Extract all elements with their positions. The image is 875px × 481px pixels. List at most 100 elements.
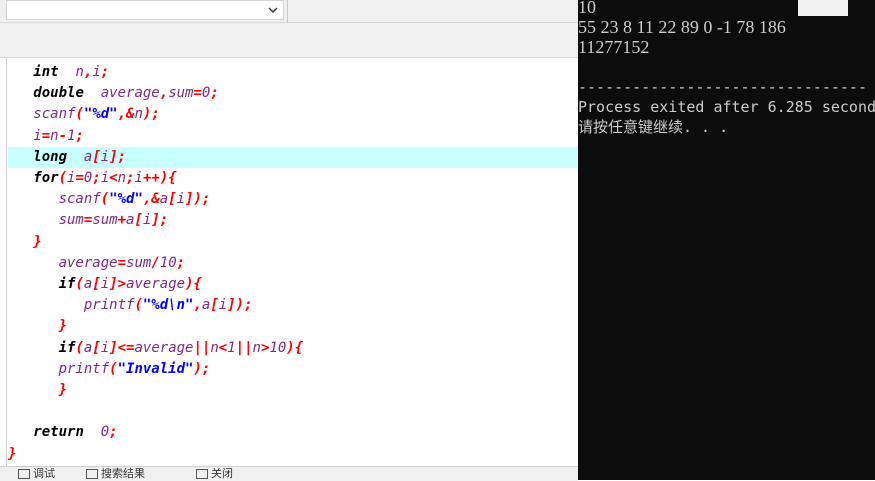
code-line[interactable]: sum=sum+a[i]; xyxy=(8,210,169,231)
console-line: 55 23 8 11 22 89 0 -1 78 186 xyxy=(578,17,786,37)
code-token: ] xyxy=(109,276,118,292)
code-token: ] xyxy=(109,339,118,356)
active-code-line[interactable]: long a[i]; xyxy=(8,146,578,168)
code-line[interactable]: return 0; xyxy=(8,422,118,443)
editor-tab-strip xyxy=(0,23,578,58)
code-token: sum xyxy=(126,254,152,271)
code-token: ) xyxy=(286,339,295,356)
code-line[interactable]: } xyxy=(8,444,16,465)
code-line[interactable]: scanf("%d",&a[i]); xyxy=(8,189,211,210)
code-line[interactable]: i=n-1; xyxy=(8,126,84,147)
code-token: sum xyxy=(92,212,118,229)
code-token: ) xyxy=(185,276,194,292)
code-token: 0 xyxy=(100,424,110,441)
code-line[interactable]: if(a[i]<=average||n<1||n>10){ xyxy=(8,338,304,359)
code-token: printf xyxy=(58,360,110,377)
code-token: [ xyxy=(92,148,101,165)
code-token: return xyxy=(33,424,84,441)
code-token: ) xyxy=(235,297,245,314)
code-token: ) xyxy=(159,170,169,186)
code-token: "Invalid" xyxy=(117,360,194,377)
code-token: "%d" xyxy=(109,191,143,208)
search-results-icon xyxy=(86,469,98,479)
code-line[interactable]: double average,sum=0; xyxy=(8,83,219,104)
code-token: i xyxy=(100,339,110,356)
code-token: } xyxy=(58,382,68,398)
code-token: / xyxy=(151,254,160,271)
code-token: || xyxy=(235,339,253,356)
tab-close[interactable]: 关闭 xyxy=(196,467,233,481)
code-token: n xyxy=(50,127,59,144)
code-token: ( xyxy=(75,276,84,292)
code-token: scanf xyxy=(33,106,76,123)
tab-debug[interactable]: 调试 xyxy=(18,467,55,481)
console-window[interactable]: 10 55 23 8 11 22 89 0 -1 78 186 11277152… xyxy=(578,0,875,480)
code-token: ; xyxy=(109,424,118,441)
code-token: i xyxy=(92,64,101,80)
code-token: ; xyxy=(244,297,253,314)
code-token: + xyxy=(117,212,127,229)
code-token: ; xyxy=(75,127,84,144)
tab-search-results[interactable]: 搜索结果 xyxy=(86,467,145,481)
code-line[interactable]: for(i=0;i<n;i++){ xyxy=(8,168,177,189)
code-token: ( xyxy=(75,106,84,123)
code-line[interactable]: } xyxy=(8,316,67,337)
code-token: i xyxy=(100,276,110,292)
code-token: [ xyxy=(92,276,101,292)
code-token: ( xyxy=(109,360,118,377)
tab-label: 调试 xyxy=(33,467,55,480)
code-token: { xyxy=(193,276,202,292)
code-line[interactable]: int n,i; xyxy=(8,62,109,83)
code-token: 10 xyxy=(159,254,177,271)
code-line[interactable]: printf("%d\n",a[i]); xyxy=(8,295,253,316)
code-token: [ xyxy=(92,339,101,356)
function-dropdown[interactable] xyxy=(6,0,284,20)
code-token: i xyxy=(134,170,143,186)
code-token: ] xyxy=(227,297,236,314)
tab-label: 搜索结果 xyxy=(101,467,145,480)
code-line[interactable]: if(a[i]>average){ xyxy=(8,274,202,295)
code-token: ) xyxy=(193,191,202,208)
code-token: scanf xyxy=(58,191,101,208)
code-token: "%d" xyxy=(83,106,118,123)
code-token: [ xyxy=(168,191,177,208)
console-line: 请按任意键继续. . . xyxy=(578,118,729,136)
code-line[interactable]: } xyxy=(8,380,67,401)
code-token: sum xyxy=(58,212,84,229)
tab-label: 关闭 xyxy=(211,467,233,480)
code-token: , xyxy=(159,85,169,102)
code-line[interactable]: } xyxy=(8,232,41,253)
code-token: = xyxy=(41,127,51,144)
toolbar-strip xyxy=(0,0,578,23)
code-token: if xyxy=(58,339,76,356)
code-token: [ xyxy=(134,212,143,229)
code-token: n xyxy=(252,339,261,356)
code-token: ) xyxy=(193,360,202,377)
code-token: ] xyxy=(109,148,118,165)
code-token: - xyxy=(58,127,68,144)
code-line[interactable]: printf("Invalid"); xyxy=(8,359,211,380)
code-line[interactable]: scanf("%d",&n); xyxy=(8,104,160,125)
chevron-down-icon[interactable] xyxy=(267,3,279,17)
code-editor[interactable]: int n,i; double average,sum=0; scanf("%d… xyxy=(0,58,578,466)
code-token: ; xyxy=(100,64,110,80)
code-token: { xyxy=(168,170,177,186)
code-line[interactable]: average=sum/10; xyxy=(8,253,185,274)
